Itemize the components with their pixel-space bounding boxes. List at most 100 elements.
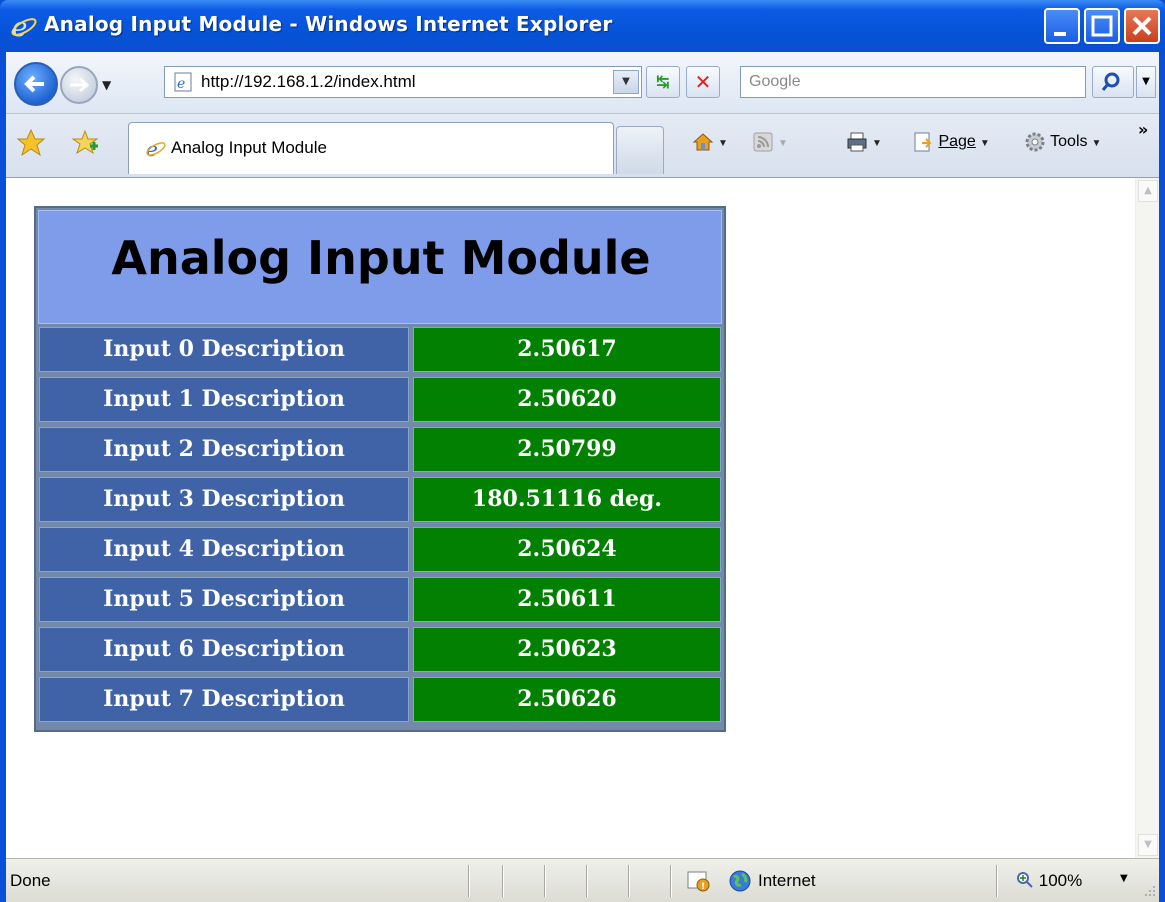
window-title: Analog Input Module - Windows Internet E…: [44, 12, 613, 36]
table-row: Input 1 Description 2.50620: [38, 376, 722, 423]
zoom-value: 100%: [1038, 871, 1083, 890]
home-icon: [692, 133, 714, 151]
zoom-icon: [1017, 872, 1033, 888]
scroll-down-button[interactable]: ▼: [1138, 834, 1158, 856]
table-row: Input 3 Description 180.51116 deg.: [38, 476, 722, 523]
minimize-icon: [1054, 32, 1066, 36]
minimize-button[interactable]: [1044, 8, 1080, 44]
browser-chrome: ▼ e http://192.168.1.2/index.html ▼ ↹ ✕ …: [6, 52, 1159, 178]
table-row: Input 6 Description 2.50623: [38, 626, 722, 673]
title-bar: e Analog Input Module - Windows Internet…: [0, 0, 1165, 52]
input-label: Input 2 Description: [39, 427, 409, 472]
input-label: Input 1 Description: [39, 377, 409, 422]
svg-text:!: !: [701, 882, 705, 892]
svg-text:e: e: [177, 76, 185, 92]
table-row: Input 7 Description 2.50626: [38, 676, 722, 723]
input-label: Input 6 Description: [39, 627, 409, 672]
stop-button[interactable]: ✕: [686, 66, 720, 98]
table-row: Input 0 Description 2.50617: [38, 326, 722, 373]
add-favorites-icon[interactable]: [70, 128, 100, 158]
table-row: Input 4 Description 2.50624: [38, 526, 722, 573]
input-label: Input 4 Description: [39, 527, 409, 572]
ie-logo-icon: e: [146, 137, 166, 159]
feeds-button[interactable]: ▼: [752, 126, 788, 158]
search-icon: [1101, 72, 1120, 91]
page-menu-label: Page: [938, 133, 976, 150]
browser-window: e Analog Input Module - Windows Internet…: [0, 0, 1165, 902]
protected-mode-icon[interactable]: !: [686, 869, 712, 893]
tools-gear-icon: [1025, 132, 1045, 152]
more-commands-chevron[interactable]: »: [1138, 120, 1148, 139]
status-divider: [502, 865, 504, 897]
feeds-icon: [753, 132, 773, 152]
print-icon: [847, 132, 867, 152]
search-options-dropdown[interactable]: ▼: [1136, 66, 1156, 98]
module-header: Analog Input Module: [38, 210, 722, 324]
search-input[interactable]: Google: [740, 66, 1086, 98]
resize-grip-icon[interactable]: [1142, 883, 1156, 897]
globe-icon: [729, 870, 751, 892]
input-value: 2.50617: [413, 327, 721, 372]
input-value: 2.50799: [413, 427, 721, 472]
module-table: Analog Input Module Input 0 Description …: [34, 206, 726, 732]
page-content: Analog Input Module Input 0 Description …: [6, 178, 1159, 858]
address-dropdown[interactable]: ▼: [613, 70, 639, 94]
back-button[interactable]: [14, 62, 58, 106]
svg-text:e: e: [146, 137, 158, 159]
favorites-star-icon[interactable]: [16, 128, 46, 158]
status-divider: [670, 865, 672, 897]
security-zone-label: Internet: [758, 871, 816, 890]
address-bar[interactable]: e http://192.168.1.2/index.html ▼: [164, 66, 642, 98]
maximize-button[interactable]: [1084, 8, 1120, 44]
search-button[interactable]: [1092, 66, 1134, 98]
input-label: Input 0 Description: [39, 327, 409, 372]
stop-icon: ✕: [694, 70, 712, 94]
input-label: Input 3 Description: [39, 477, 409, 522]
vertical-scrollbar[interactable]: ▲ ▼: [1135, 178, 1159, 858]
navigation-bar: ▼ e http://192.168.1.2/index.html ▼ ↹ ✕ …: [6, 52, 1159, 114]
status-divider: [468, 865, 470, 897]
page-menu-button[interactable]: Page ▼: [912, 126, 990, 158]
status-divider: [628, 865, 630, 897]
tab-analog-input-module[interactable]: e Analog Input Module: [128, 122, 614, 174]
tools-menu-button[interactable]: Tools ▼: [1024, 126, 1101, 158]
maximize-icon: [1091, 15, 1113, 37]
input-value: 180.51116 deg.: [413, 477, 721, 522]
home-button[interactable]: ▼: [692, 126, 728, 158]
status-text: Done: [10, 871, 51, 890]
input-value: 2.50626: [413, 677, 721, 722]
tab-bar: e Analog Input Module ▼ ▼ ▼ Page ▼ Tools…: [6, 114, 1159, 178]
scroll-up-button[interactable]: ▲: [1138, 180, 1158, 202]
input-value: 2.50611: [413, 577, 721, 622]
forward-arrow-icon: [70, 77, 90, 93]
table-row: Input 2 Description 2.50799: [38, 426, 722, 473]
close-button[interactable]: [1124, 8, 1160, 44]
status-bar: Done ! Internet 100% ▼: [6, 858, 1159, 902]
status-divider: [586, 865, 588, 897]
page-menu-icon: [914, 132, 932, 152]
print-button[interactable]: ▼: [846, 126, 882, 158]
search-placeholder: Google: [749, 73, 801, 90]
input-label: Input 7 Description: [39, 677, 409, 722]
zoom-level[interactable]: 100%: [1016, 871, 1082, 891]
status-divider: [996, 865, 998, 897]
zoom-dropdown[interactable]: ▼: [1120, 873, 1128, 884]
refresh-button[interactable]: ↹: [646, 66, 680, 98]
svg-text:e: e: [12, 13, 27, 40]
tools-menu-label: Tools: [1050, 133, 1088, 150]
back-arrow-icon: [24, 75, 44, 93]
tab-label: Analog Input Module: [171, 138, 327, 157]
new-tab-button[interactable]: [616, 126, 664, 174]
ie-logo-icon: e: [11, 13, 37, 40]
address-text[interactable]: http://192.168.1.2/index.html: [201, 72, 416, 92]
page-title: Analog Input Module: [111, 231, 651, 285]
close-icon: [1132, 16, 1152, 36]
refresh-icon: ↹: [656, 72, 670, 91]
forward-button[interactable]: [60, 66, 98, 104]
status-divider: [544, 865, 546, 897]
recent-pages-dropdown[interactable]: ▼: [102, 78, 111, 92]
input-value: 2.50624: [413, 527, 721, 572]
input-value: 2.50620: [413, 377, 721, 422]
table-row: Input 5 Description 2.50611: [38, 576, 722, 623]
page-icon: e: [174, 72, 192, 92]
